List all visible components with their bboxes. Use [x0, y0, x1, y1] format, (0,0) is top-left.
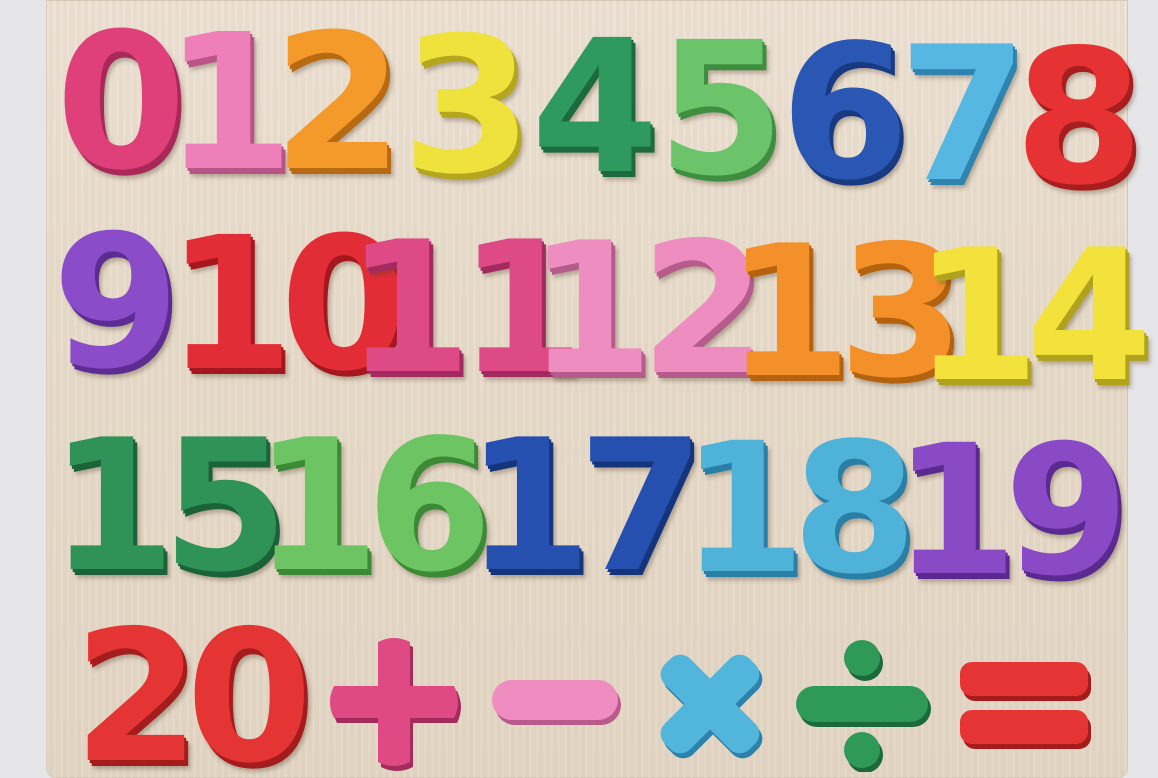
minus-face	[492, 680, 618, 720]
photo-stage: 0 1 2 3 4 5 6 7 8 9 10 11 12 13 14 15 16…	[0, 0, 1158, 778]
number-piece-16: 16	[253, 400, 492, 612]
number-piece-5: 5	[656, 3, 785, 217]
number-piece-3: 3	[401, 0, 533, 216]
number-piece-7: 7	[898, 6, 1027, 223]
number-piece-11: 11	[345, 202, 584, 414]
number-piece-9: 9	[51, 196, 180, 410]
number-piece-13: 13	[725, 206, 964, 418]
number-piece-17: 17	[465, 400, 704, 612]
number-piece-0: 0	[55, 0, 187, 212]
number-piece-12: 12	[527, 203, 766, 415]
number-piece-20: 20	[73, 591, 312, 778]
number-piece-2: 2	[272, 0, 404, 213]
equals-face	[960, 662, 1088, 744]
number-piece-6: 6	[780, 4, 909, 221]
plus-face	[330, 638, 458, 766]
number-piece-4: 4	[530, 1, 659, 215]
divide-face	[796, 640, 928, 768]
equals-symbol-piece	[960, 662, 1091, 749]
multiply-face	[660, 654, 760, 754]
number-piece-14: 14	[913, 210, 1152, 422]
divide-symbol-piece	[796, 640, 931, 772]
number-piece-18: 18	[680, 405, 917, 614]
plus-symbol-piece	[330, 638, 461, 771]
number-piece-15: 15	[49, 400, 288, 612]
number-piece-19: 19	[892, 407, 1129, 616]
multiply-symbol-piece	[660, 654, 763, 759]
minus-symbol-piece	[492, 680, 621, 725]
number-piece-1: 1	[163, 0, 295, 213]
number-piece-8: 8	[1014, 9, 1143, 226]
